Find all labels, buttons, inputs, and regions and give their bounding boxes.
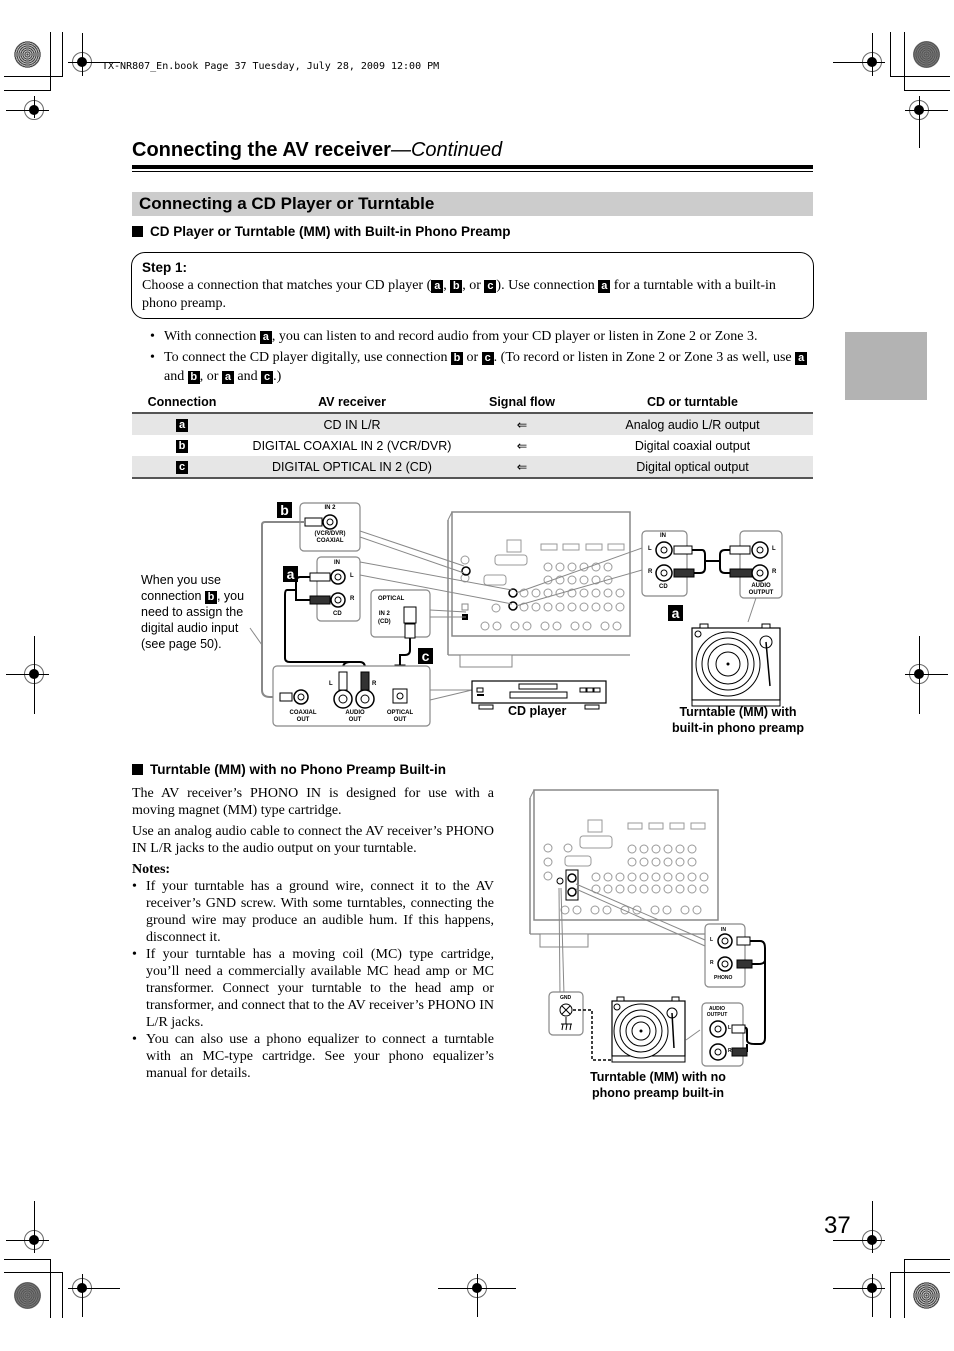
phono-in-top-label: IN [721,927,726,933]
list-item: If your turntable has a ground wire, con… [132,878,494,946]
badge-b: b [450,352,463,365]
registration-rosette-icon [14,1282,41,1309]
step-text: Choose a connection that matches your CD… [142,278,776,311]
right-label: R [350,596,355,602]
badge-a: a [598,280,611,293]
badge-b: b [187,371,200,384]
connection-notes-list: With connection a, you can listen to and… [150,327,810,388]
cell-device: Digital optical output [572,456,813,479]
page-title-main: Connecting the AV receiver [132,139,391,161]
badge-b: b [176,440,188,453]
cd-in-bottom-label: CD [333,611,342,617]
table-header-row: Connection AV receiver Signal flow CD or… [132,393,813,414]
notes-title: Notes: [132,862,171,877]
cell-device: Analog audio L/R output [572,413,813,435]
optical-out-label: OPTICAL OUT [386,710,414,723]
paragraph: Use an analog audio cable to connect the… [132,824,494,856]
badge-a: a [431,280,444,293]
left-label: L [350,573,354,579]
turntable-preamp-caption: Turntable (MM) with built-in phono pream… [672,705,804,735]
table-row: c DIGITAL OPTICAL IN 2 (CD) ⇐ Digital op… [132,456,813,479]
connection-badge-a-turntable: a [668,605,683,621]
cell-flow: ⇐ [516,439,528,453]
cell-receiver: CD IN L/R [232,413,472,435]
step-box: Step 1: Choose a connection that matches… [131,252,814,319]
square-bullet-icon [132,764,143,775]
badge-a: a [221,371,234,384]
right-label: R [772,569,777,575]
page-number: 37 [824,1212,851,1239]
badge-a: a [795,352,808,365]
turntable-no-preamp-caption: Turntable (MM) with no phono preamp buil… [590,1070,726,1100]
chapter-tab [845,332,927,400]
right-in-top-label: IN [660,533,666,539]
title-rule-thick [132,165,813,169]
right-in-bottom-label: CD [659,584,668,590]
list-item: You can also use a phono equalizer to co… [132,1031,494,1082]
badge-c: c [484,280,497,293]
left-label: L [772,546,776,552]
left-label: L [648,546,652,552]
column-header: AV receiver [232,393,472,414]
print-header: TX-NR807_En.book Page 37 Tuesday, July 2… [102,61,440,72]
left-label: L [329,681,333,687]
cd-player-caption: CD player [508,704,567,718]
subsection-heading-phono-preamp: CD Player or Turntable (MM) with Built-i… [132,224,511,239]
registration-rosette-icon [913,1282,940,1309]
badge-a: a [176,419,188,432]
audio-output-label: AUDIO OUTPUT [706,1006,728,1018]
coaxial-out-label: COAXIAL OUT [289,710,317,723]
right-label: R [710,960,714,966]
paragraph: The AV receiver’s PHONO IN is designed f… [132,786,494,818]
subsection-heading-no-preamp: Turntable (MM) with no Phono Preamp Buil… [132,762,446,777]
section-title: Connecting a CD Player or Turntable [132,192,813,216]
left-label: L [710,937,714,943]
audio-out-label: AUDIO OUT [345,710,365,723]
connection-table: Connection AV receiver Signal flow CD or… [132,393,813,479]
registration-rosette-icon [913,41,940,68]
right-label: R [372,681,377,687]
page-title: Connecting the AV receiver—Continued [132,139,502,162]
right-label: R [648,569,653,575]
badge-b: b [204,591,217,604]
cell-receiver: DIGITAL COAXIAL IN 2 (VCR/DVR) [252,438,452,453]
notes-list: If your turntable has a ground wire, con… [132,878,494,1082]
step-label: Step 1: [142,260,188,275]
page-title-suffix: —Continued [390,139,503,161]
optical-in-label: IN 2 (CD) [378,611,391,625]
no-preamp-body: The AV receiver’s PHONO IN is designed f… [132,785,494,1082]
cell-flow: ⇐ [472,413,572,435]
list-item: With connection a, you can listen to and… [150,327,810,346]
column-header: Signal flow [472,393,572,414]
right-label: R [728,1048,732,1054]
list-item: If your turntable has a moving coil (MC)… [132,946,494,1031]
badge-a: a [259,331,272,344]
badge-c: c [481,352,494,365]
title-rule-thin [132,171,813,172]
registration-rosette-icon [14,41,41,68]
table-row: b DIGITAL COAXIAL IN 2 (VCR/DVR) ⇐ Digit… [132,435,813,456]
connection-badge-b: b [277,502,292,518]
column-header: Connection [132,393,232,414]
cell-flow: ⇐ [472,456,572,479]
audio-output-label: AUDIO OUTPUT [748,583,774,596]
left-label: L [728,1025,732,1031]
badge-b: b [450,280,463,293]
connection-badge-c: c [418,648,433,664]
square-bullet-icon [132,226,143,237]
list-item: To connect the CD player digitally, use … [150,348,810,386]
optical-label: OPTICAL [378,596,405,602]
digital-input-callout: When you use connection b, you need to a… [141,573,245,651]
connection-badge-a: a [283,566,298,582]
coaxial-in-label: IN 2 (VCR/DVR) COAXIAL [314,505,346,544]
phono-in-bottom-label: PHONO [714,975,733,981]
cell-device: Digital coaxial output [634,438,751,453]
table-row: a CD IN L/R ⇐ Analog audio L/R output [132,413,813,435]
badge-c: c [261,371,274,384]
badge-c: c [176,461,188,474]
cell-receiver: DIGITAL OPTICAL IN 2 (CD) [232,456,472,479]
column-header: CD or turntable [572,393,813,414]
cd-in-top-label: IN [334,560,340,566]
gnd-label: GND [560,995,572,1001]
